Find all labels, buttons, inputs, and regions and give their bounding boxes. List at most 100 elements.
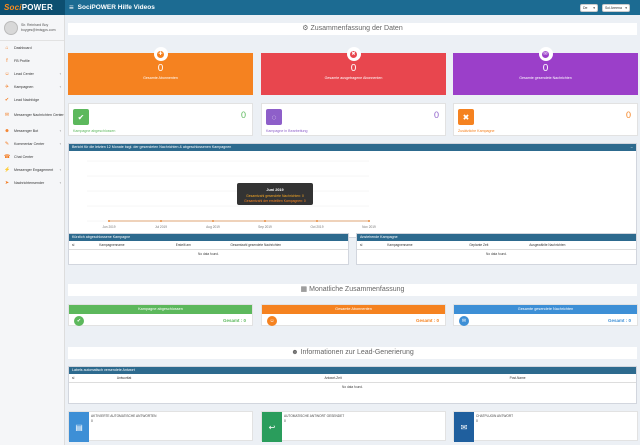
sidebar-item-5[interactable]: ✉ Messenger Nachrichten Center ‹ xyxy=(0,106,64,124)
monthly-title: Monatliche Zusammenfassung xyxy=(309,286,405,293)
x-tick-label: Jun 2019 xyxy=(102,225,115,229)
spinner-icon: ◌ xyxy=(266,109,282,125)
column-header[interactable]: Geplante Zeit xyxy=(469,243,529,247)
table-title: Anstehende Kampagne xyxy=(360,235,398,239)
chevron-left-icon: ‹ xyxy=(59,167,61,172)
sidebar-item-2[interactable]: ☺ Lead Center ‹ xyxy=(0,67,64,80)
summary-heading: ⚙ Zusammenfassung der Daten xyxy=(68,23,637,35)
auto-reply-table: Labels automatisch versendete Antwort sl… xyxy=(68,366,637,404)
banner-total: Gesamt : 0 xyxy=(607,318,631,323)
stat-label: AUTOMATISCHE ANTWORT GESENDET xyxy=(284,414,345,418)
column-header[interactable]: Post-Name xyxy=(510,376,633,380)
data-point xyxy=(108,220,110,222)
lead-heading: ☻ Informationen zur Lead-Generierung xyxy=(68,347,637,359)
kpi-value: 0 xyxy=(350,63,357,74)
sidebar-item-8[interactable]: ☎ Chat Center xyxy=(0,150,64,163)
column-header[interactable]: sl xyxy=(72,376,117,380)
x-tick-label: Nov 2019 xyxy=(362,225,376,229)
banner-label: Kampagne abgeschlossen xyxy=(69,305,252,314)
remove-icon: ✖ xyxy=(458,109,474,125)
kpi-label: Gesamte ausgetragene Abonnenten xyxy=(324,76,383,80)
column-header[interactable]: Gesamtzahl gesendete Nachrichten xyxy=(230,243,345,247)
hamburger-icon[interactable]: ≡ xyxy=(69,3,74,12)
stat-value: 0 xyxy=(476,419,478,423)
monthly-subscribers: Gesamte Abonnenten ☺ Gesamt : 0 xyxy=(261,304,446,326)
campaign-processing-card: ◌ 0 Kampagne in Bearbeitung xyxy=(261,103,446,136)
sidebar-item-9[interactable]: ⚡ Messenger Engagement ‹ xyxy=(0,163,64,176)
chart-tooltip: Juni 2019 Gesamtzahl gesendete Nachricht… xyxy=(237,183,313,205)
data-point xyxy=(160,220,162,222)
x-tick-label: Aug 2019 xyxy=(206,225,220,229)
monthly-report-panel: Bericht für die letzten 12 Monate bzgl. … xyxy=(68,143,637,238)
sidebar-item-label: Messenger Nachrichten Center xyxy=(14,112,64,117)
sidebar-item-6[interactable]: ☻ Messenger Bot ‹ xyxy=(0,124,64,137)
card-label: Zusätzliche Kampagne xyxy=(458,129,495,133)
chevron-left-icon: ‹ xyxy=(59,180,61,185)
avatar xyxy=(4,20,18,35)
tooltip-line-campaigns: Gesamtzahl der erstellten Kampagnen: 0 xyxy=(244,199,306,203)
stat-auto-replies-active: ▤ AKTIVIERTE AUTOMATISCHE ANTWORTEN 0 xyxy=(68,411,253,442)
bullhorn-icon: ✈ xyxy=(4,83,10,90)
column-header[interactable]: Kampagnenname xyxy=(99,243,175,247)
user-check-icon: ✔ xyxy=(4,96,10,103)
chevron-left-icon: ‹ xyxy=(59,111,61,117)
column-header[interactable]: Kampagnenname xyxy=(387,243,469,247)
empty-message: No data found. xyxy=(486,252,507,256)
logo-power-text: POWER xyxy=(21,3,53,12)
sidebar-item-7[interactable]: ✎ Kommentar Center ‹ xyxy=(0,137,64,150)
table-header: sl Kampagnenname Geplante Zeit Ausgewählte … xyxy=(357,241,636,250)
check-icon: ✔ xyxy=(73,109,89,125)
campaign-additional-card: ✖ 0 Zusätzliche Kampagne xyxy=(453,103,638,136)
sidebar-menu: ⌂ Dashboard f FB Profile ☺ Lead Center ‹ ✈ Kampa… xyxy=(0,41,64,189)
banner-total: Gesamt : 0 xyxy=(415,318,439,323)
sidebar-item-label: Messenger Bot xyxy=(14,128,39,133)
empty-message: No data found. xyxy=(342,385,363,389)
sidebar-item-0[interactable]: ⌂ Dashboard xyxy=(0,41,64,54)
user-icon: ☺ xyxy=(267,316,277,326)
kpi-label: Gesamte gesendete Nachrichten xyxy=(519,76,572,80)
tooltip-title: Juni 2019 xyxy=(266,188,283,192)
stat-auto-replies-sent: ↩ AUTOMATISCHE ANTWORT GESENDET 0 xyxy=(261,411,446,442)
chevron-down-icon: ▾ xyxy=(593,5,595,10)
column-header[interactable]: Erstellt am xyxy=(176,243,231,247)
table-title: Kürzlich abgeschlossene Kampagne xyxy=(72,235,131,239)
help-videos-link[interactable]: SociPOWER Hilfe Videos xyxy=(78,4,155,11)
users-icon: ☻ xyxy=(291,349,299,356)
kpi-unsubscribed: ✖ 0 Gesamte ausgetragene Abonnenten xyxy=(261,47,446,95)
sidebar-item-1[interactable]: f FB Profile xyxy=(0,54,64,67)
sidebar-item-3[interactable]: ✈ Kampagnen ‹ xyxy=(0,80,64,93)
sidebar-item-label: Chat Center xyxy=(14,154,34,159)
sidebar-item-label: Lead Nachfolge xyxy=(14,97,40,102)
kpi-value: 0 xyxy=(157,63,164,74)
envelope-icon: ✉ xyxy=(4,111,10,118)
reply-icon: ↩ xyxy=(262,412,282,442)
line-chart: Jun 2019 Jul 2019 Aug 2019 Sep 2019 Oct 2019… xyxy=(87,160,376,229)
sidebar-item-label: FB Profile xyxy=(14,58,30,63)
language-value: De xyxy=(583,5,588,10)
sidebar-item-10[interactable]: ➤ Nachrichtensender ‹ xyxy=(0,176,64,189)
calendar-icon: ▦ xyxy=(300,286,308,293)
comment-icon: ✎ xyxy=(4,140,10,147)
dashboard-icon: ⌂ xyxy=(5,44,9,51)
stat-value: 0 xyxy=(284,419,286,423)
column-header[interactable]: Antworttat xyxy=(117,376,325,380)
account-select[interactable]: Sci Areena ▾ xyxy=(602,3,630,12)
kpi-icon-circle: ✖ xyxy=(346,47,361,61)
app-logo[interactable]: Soci POWER xyxy=(0,0,65,15)
column-header[interactable]: Ausgewählte Nachrichten xyxy=(529,243,633,247)
column-header[interactable]: sl xyxy=(72,243,99,247)
kpi-icon-circle: ✉ xyxy=(538,47,553,61)
kpi-icon-circle: ✚ xyxy=(153,47,168,61)
sidebar-item-label: Messenger Engagement xyxy=(14,167,54,172)
chevron-left-icon: ‹ xyxy=(59,141,61,146)
sidebar-item-label: Dashboard xyxy=(14,45,32,50)
sidebar-item-4[interactable]: ✔ Lead Nachfolge xyxy=(0,93,64,106)
chevron-left-icon: ‹ xyxy=(59,128,61,133)
top-bar: Soci POWER ≡ SociPOWER Hilfe Videos De ▾ S… xyxy=(0,0,640,15)
column-header[interactable]: Antwort-Zeit xyxy=(324,376,509,380)
language-select[interactable]: De ▾ xyxy=(580,3,598,12)
kpi-messages-sent: ✉ 0 Gesamte gesendete Nachrichten xyxy=(453,47,638,95)
collapse-button[interactable]: − xyxy=(631,144,633,151)
column-header[interactable]: sl xyxy=(360,243,387,247)
envelope-icon: ✉ xyxy=(542,50,549,58)
